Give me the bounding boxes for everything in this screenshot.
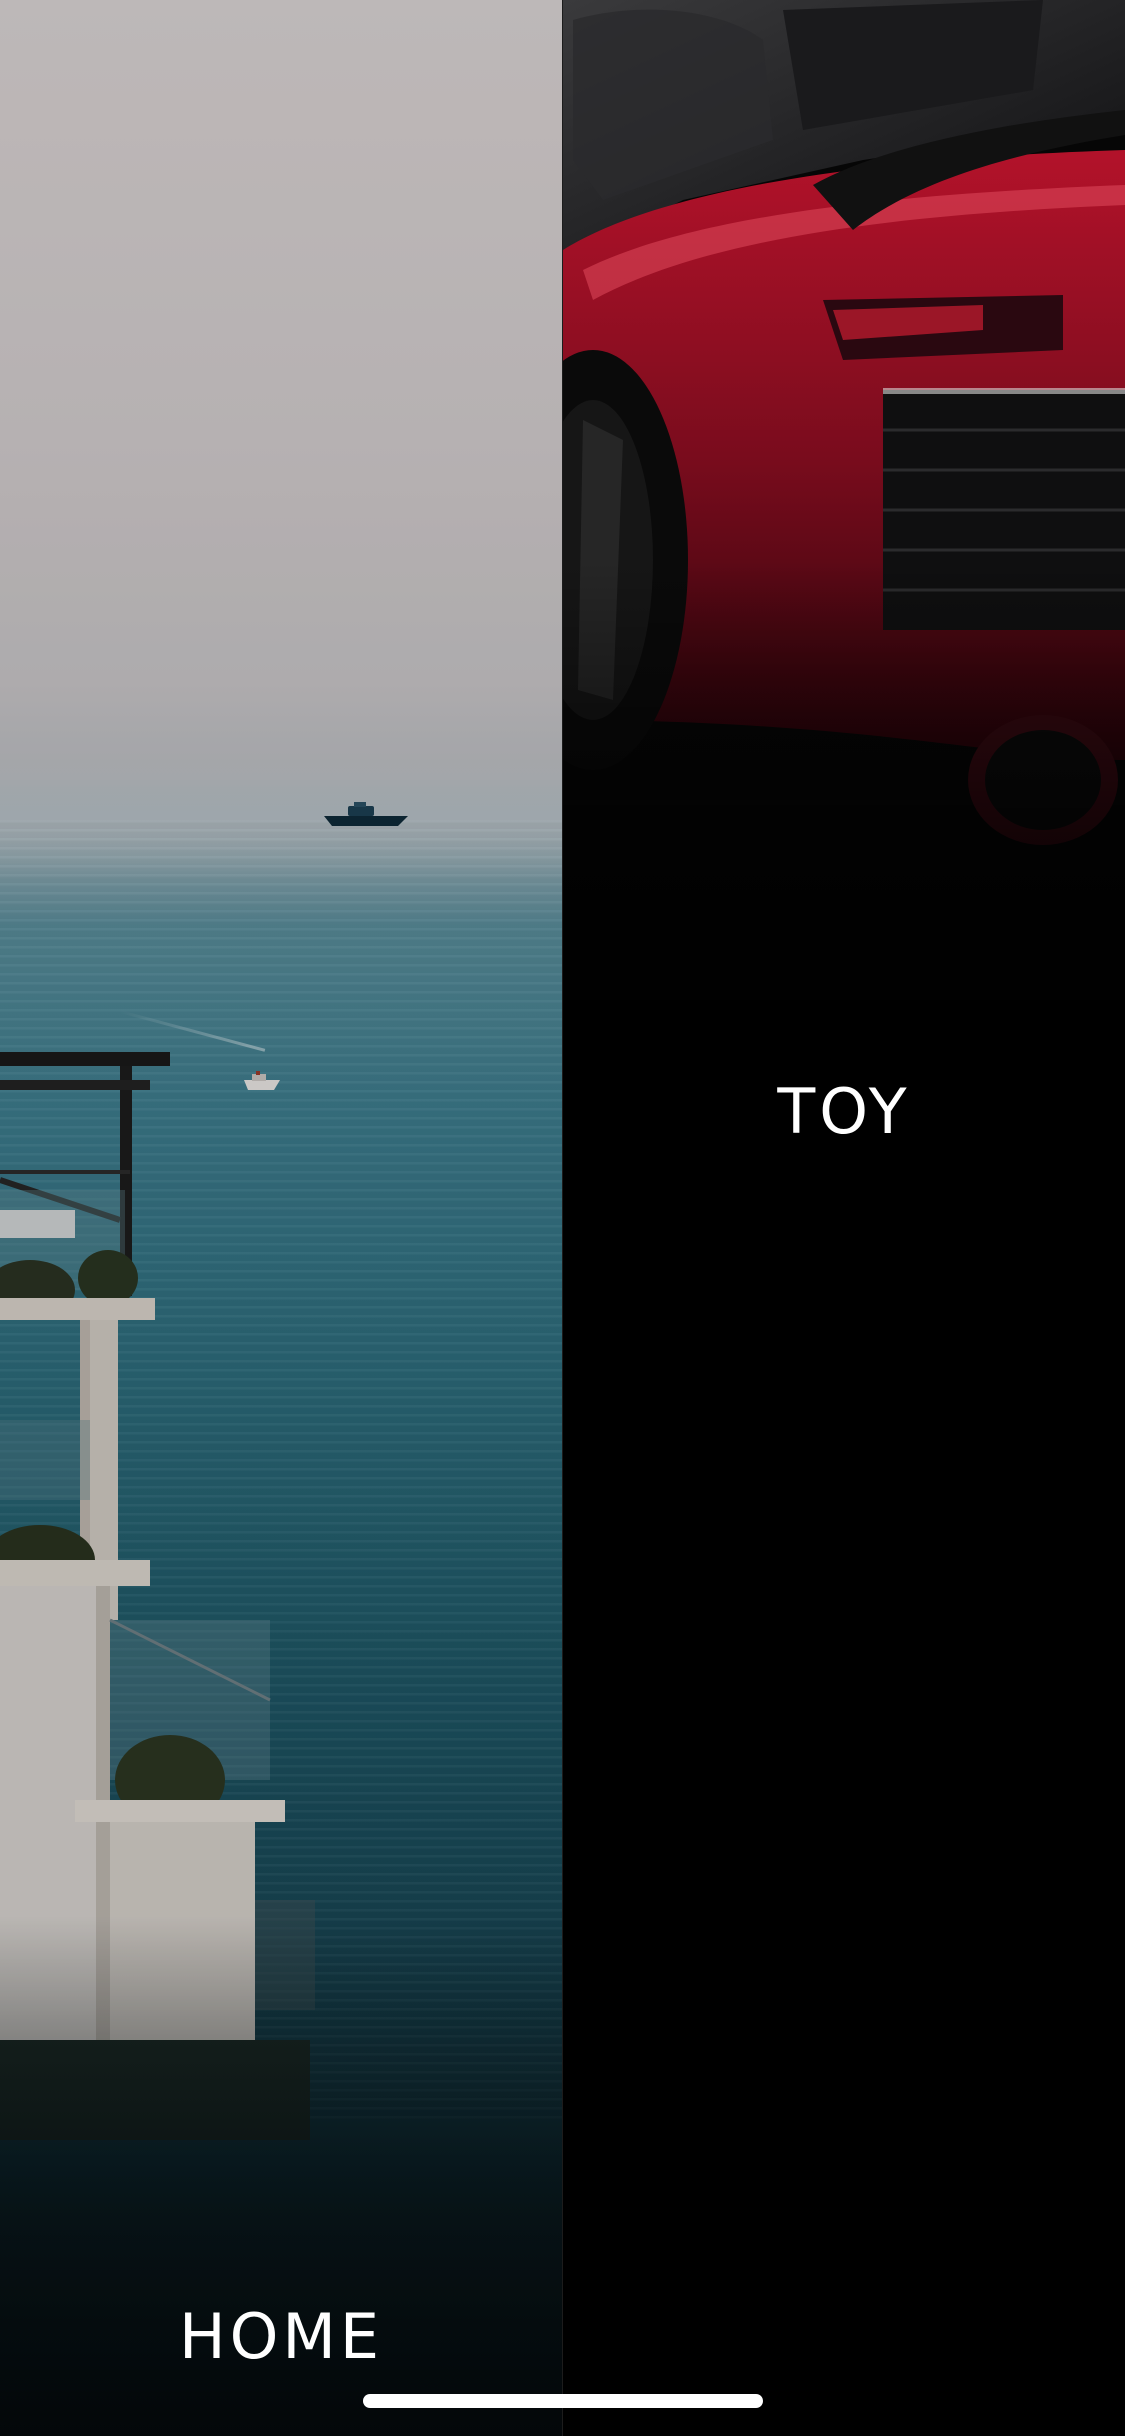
home-category-label[interactable]: HOME [0, 2300, 562, 2373]
category-split-screen: HOME TOY [0, 0, 1125, 2436]
toy-category-panel[interactable] [563, 0, 1125, 2436]
home-category-panel[interactable] [0, 0, 562, 2436]
panel-divider [562, 0, 563, 2436]
panel-dim-overlay [0, 0, 562, 2436]
toy-category-label[interactable]: TOY [563, 1075, 1125, 1148]
home-indicator-bar[interactable] [363, 2394, 763, 2408]
